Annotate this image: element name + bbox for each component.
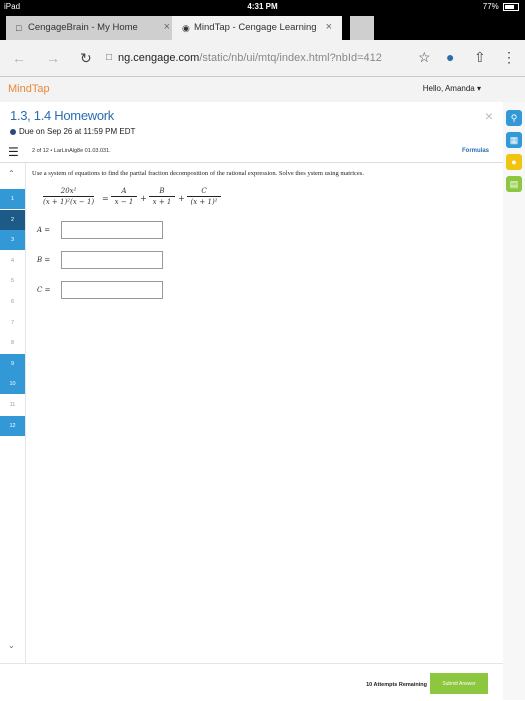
new-tab-button[interactable]: [350, 16, 374, 40]
question-nav-item-9[interactable]: 9: [0, 353, 25, 374]
person-icon[interactable]: ●: [506, 154, 522, 170]
term-a-numerator: A: [111, 187, 137, 197]
question-nav-item-1[interactable]: 1: [0, 189, 25, 209]
question-nav-item-11[interactable]: 11: [0, 395, 25, 415]
page-icon: □: [16, 23, 22, 33]
url-path: /static/nb/ui/mtq/index.html?nbId=412: [199, 52, 382, 64]
question-nav-item-10[interactable]: 10: [0, 374, 25, 395]
close-icon[interactable]: ×: [164, 21, 170, 33]
globe-icon: ◉: [182, 23, 190, 33]
question-nav-item-4[interactable]: 4: [0, 251, 25, 271]
question-nav-item-7[interactable]: 7: [0, 313, 25, 333]
term-c-denominator: (x + 1)²: [190, 198, 218, 206]
clock: 4:31 PM: [247, 2, 278, 11]
question-nav-item-8[interactable]: 8: [0, 333, 25, 353]
forward-icon[interactable]: →: [46, 50, 60, 66]
term-c-fraction: C (x + 1)²: [187, 187, 221, 206]
question-nav-item-5[interactable]: 5: [0, 271, 25, 291]
question-position: 2 of 12 • LarLinAlg8e 01.03.031.: [32, 148, 111, 154]
hamburger-icon[interactable]: ☰: [8, 145, 19, 159]
answer-a-input[interactable]: [61, 221, 163, 239]
app-dock: ⚲ ▦ ● ▤: [503, 102, 525, 700]
term-b-denominator: x + 1: [152, 198, 172, 206]
term-b-numerator: B: [149, 187, 175, 197]
term-a-fraction: A x − 1: [111, 187, 137, 206]
answer-b-input[interactable]: [61, 251, 163, 269]
cart-icon[interactable]: ▤: [506, 176, 522, 192]
battery-percent: 77%: [482, 2, 499, 11]
clock-icon: [10, 128, 16, 135]
mindtap-logo: MindTap: [8, 83, 50, 95]
tab-mindtap[interactable]: ◉ MindTap - Cengage Learning ×: [172, 16, 342, 40]
tab-label: MindTap - Cengage Learning: [194, 22, 317, 33]
star-icon[interactable]: ☆: [418, 49, 431, 66]
equals-sign: =: [102, 194, 109, 203]
address-bar: ← → ↻ □ ng.cengage.com/static/nb/ui/mtq/…: [0, 40, 525, 77]
question-nav: ⌃ 1 2 3 4 5 6 7 8 9 10 11 12 ⌄: [0, 163, 26, 663]
url-field[interactable]: □ ng.cengage.com/static/nb/ui/mtq/index.…: [106, 52, 382, 64]
plus-sign: +: [178, 194, 185, 203]
tab-cengagebrain[interactable]: □ CengageBrain - My Home ×: [6, 16, 180, 40]
term-a-denominator: x − 1: [114, 198, 134, 206]
term-c-numerator: C: [187, 187, 221, 197]
notebook-icon[interactable]: ▦: [506, 132, 522, 148]
battery-indicator: 77%: [483, 2, 519, 11]
question-toolbar: ☰ 2 of 12 • LarLinAlg8e 01.03.031. Formu…: [0, 142, 503, 163]
submit-answer-button[interactable]: Submit Answer: [430, 673, 488, 694]
app-bar: MindTap Hello, Amanda ▾: [0, 77, 525, 103]
question-content: Use a system of equations to find the pa…: [25, 163, 503, 663]
microphone-icon[interactable]: ●: [446, 49, 454, 65]
due-text: Due on Sep 26 at 11:59 PM EDT: [19, 127, 136, 136]
url-host: ng.cengage.com: [118, 52, 200, 64]
search-icon[interactable]: ⚲: [506, 110, 522, 126]
question-footer: 10 Attempts Remaining Submit Answer: [0, 663, 503, 701]
answer-label: B =: [37, 256, 51, 264]
chevron-up-icon[interactable]: ⌃: [8, 169, 15, 178]
question-nav-item-6[interactable]: 6: [0, 292, 25, 312]
question-nav-item-2[interactable]: 2: [0, 209, 25, 230]
user-menu[interactable]: Hello, Amanda ▾: [423, 84, 481, 93]
formulas-button[interactable]: Formulas: [462, 148, 489, 154]
answer-label: C =: [37, 286, 51, 294]
lhs-denominator: (x + 1)²(x − 1): [43, 198, 95, 206]
answer-label: A =: [37, 226, 51, 234]
reload-icon[interactable]: ↻: [80, 50, 92, 67]
plus-sign: +: [140, 194, 147, 203]
question-nav-item-3[interactable]: 3: [0, 230, 25, 251]
back-icon[interactable]: ←: [12, 50, 26, 66]
tab-label: CengageBrain - My Home: [28, 22, 138, 33]
menu-icon[interactable]: ⋮: [502, 49, 516, 66]
share-icon[interactable]: ⇧: [474, 49, 486, 66]
due-date: Due on Sep 26 at 11:59 PM EDT: [10, 127, 135, 136]
question-nav-item-12[interactable]: 12: [0, 415, 25, 436]
lhs-fraction: 20x² (x + 1)²(x − 1): [43, 187, 95, 206]
assignment-header: 1.3, 1.4 Homework × Due on Sep 26 at 11:…: [0, 102, 503, 143]
close-icon[interactable]: ×: [326, 21, 332, 33]
battery-icon: [503, 2, 519, 11]
chevron-down-icon[interactable]: ⌄: [8, 641, 15, 650]
page-icon: □: [106, 52, 113, 63]
assignment-title: 1.3, 1.4 Homework: [10, 108, 115, 123]
question-instruction: Use a system of equations to find the pa…: [32, 170, 364, 177]
lhs-numerator: 20x²: [43, 187, 95, 197]
close-icon[interactable]: ×: [485, 108, 493, 124]
tab-bar: □ CengageBrain - My Home × ◉ MindTap - C…: [0, 13, 525, 40]
status-bar: iPad 4:31 PM 77%: [0, 0, 525, 13]
answer-c-input[interactable]: [61, 281, 163, 299]
term-b-fraction: B x + 1: [149, 187, 175, 206]
attempts-remaining: 10 Attempts Remaining: [366, 682, 427, 688]
